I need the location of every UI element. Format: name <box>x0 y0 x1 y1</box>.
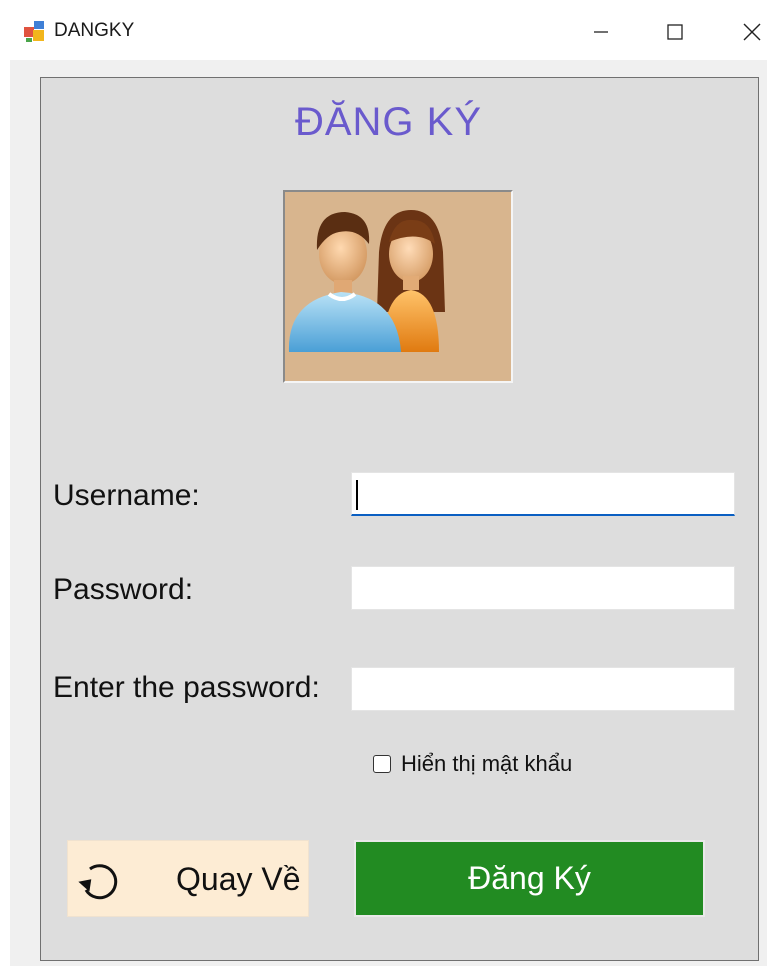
maximize-button[interactable] <box>652 12 698 52</box>
text-caret <box>356 480 358 510</box>
undo-icon <box>78 864 118 900</box>
register-button-label: Đăng Ký <box>468 860 591 896</box>
confirm-password-field[interactable] <box>351 667 735 711</box>
title-bar: DANGKY <box>0 0 777 60</box>
back-button-label: Quay Về <box>176 861 301 897</box>
close-icon <box>743 23 761 41</box>
close-button[interactable] <box>729 12 775 52</box>
show-password-label: Hiển thị mật khẩu <box>401 751 573 776</box>
window-title: DANGKY <box>54 20 135 41</box>
password-field[interactable] <box>351 566 735 610</box>
back-button[interactable]: Quay Về <box>67 840 309 917</box>
users-avatar-image <box>283 190 513 383</box>
maximize-icon <box>667 24 683 40</box>
password-label: Password: <box>53 573 194 606</box>
register-button[interactable]: Đăng Ký <box>354 840 705 917</box>
app-icon <box>24 21 44 42</box>
show-password-toggle[interactable]: Hiển thị mật khẩu <box>373 751 573 776</box>
page-title: ĐĂNG KÝ <box>294 100 483 144</box>
show-password-checkbox[interactable] <box>373 755 391 773</box>
confirm-password-label: Enter the password: <box>53 671 320 704</box>
username-label: Username: <box>53 479 200 512</box>
users-avatar-icon <box>288 210 445 352</box>
username-field[interactable] <box>351 472 735 516</box>
minimize-button[interactable] <box>578 12 624 52</box>
minimize-icon <box>594 31 608 33</box>
